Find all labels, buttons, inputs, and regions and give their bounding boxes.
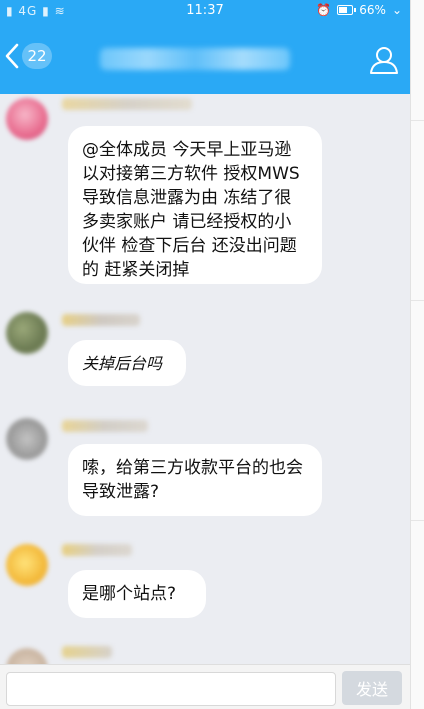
alarm-icon: ⏰ [316, 3, 332, 17]
status-bar: ▮ 4G ▮ ≋ 11:37 ⏰ 66% ⌄ [0, 0, 410, 22]
dropdown-icon: ⌄ [391, 3, 402, 17]
chevron-left-icon [5, 43, 19, 69]
message-bubble: 是哪个站点? [68, 570, 206, 618]
avatar [6, 312, 48, 354]
battery-percent: 66% [359, 3, 386, 17]
background-window-edge [410, 0, 424, 709]
sender-name-blurred [62, 544, 132, 556]
message-list: @全体成员 今天早上亚马逊以对接第三方软件 授权MWS 导致信息泄露为由 冻结了… [0, 94, 410, 690]
person-icon[interactable] [368, 44, 400, 76]
message-input[interactable] [6, 672, 336, 706]
send-button[interactable]: 发送 [342, 671, 402, 705]
input-bar: 发送 [0, 664, 410, 709]
chat-title-blurred [100, 48, 290, 70]
sender-name-blurred [62, 314, 140, 326]
title-bar: 22 [0, 22, 410, 94]
chat-screen: ▮ 4G ▮ ≋ 11:37 ⏰ 66% ⌄ 22 @全体成员 今天早上亚马逊以… [0, 0, 410, 709]
sender-name-blurred [62, 98, 192, 110]
avatar [6, 418, 48, 460]
message-bubble: 嗦，给第三方收款平台的也会导致泄露? [68, 444, 322, 516]
divider [411, 520, 424, 521]
message-bubble: 关掉后台吗 [68, 340, 186, 386]
divider [411, 120, 424, 121]
sender-name-blurred [62, 646, 112, 658]
status-right: ⏰ 66% ⌄ [316, 3, 402, 17]
battery-icon [337, 5, 357, 15]
back-button[interactable]: 22 [0, 36, 60, 76]
divider [411, 300, 424, 301]
unread-badge: 22 [22, 43, 52, 69]
sender-name-blurred [62, 420, 148, 432]
message-bubble: @全体成员 今天早上亚马逊以对接第三方软件 授权MWS 导致信息泄露为由 冻结了… [68, 126, 322, 284]
avatar [6, 544, 48, 586]
avatar [6, 98, 48, 140]
